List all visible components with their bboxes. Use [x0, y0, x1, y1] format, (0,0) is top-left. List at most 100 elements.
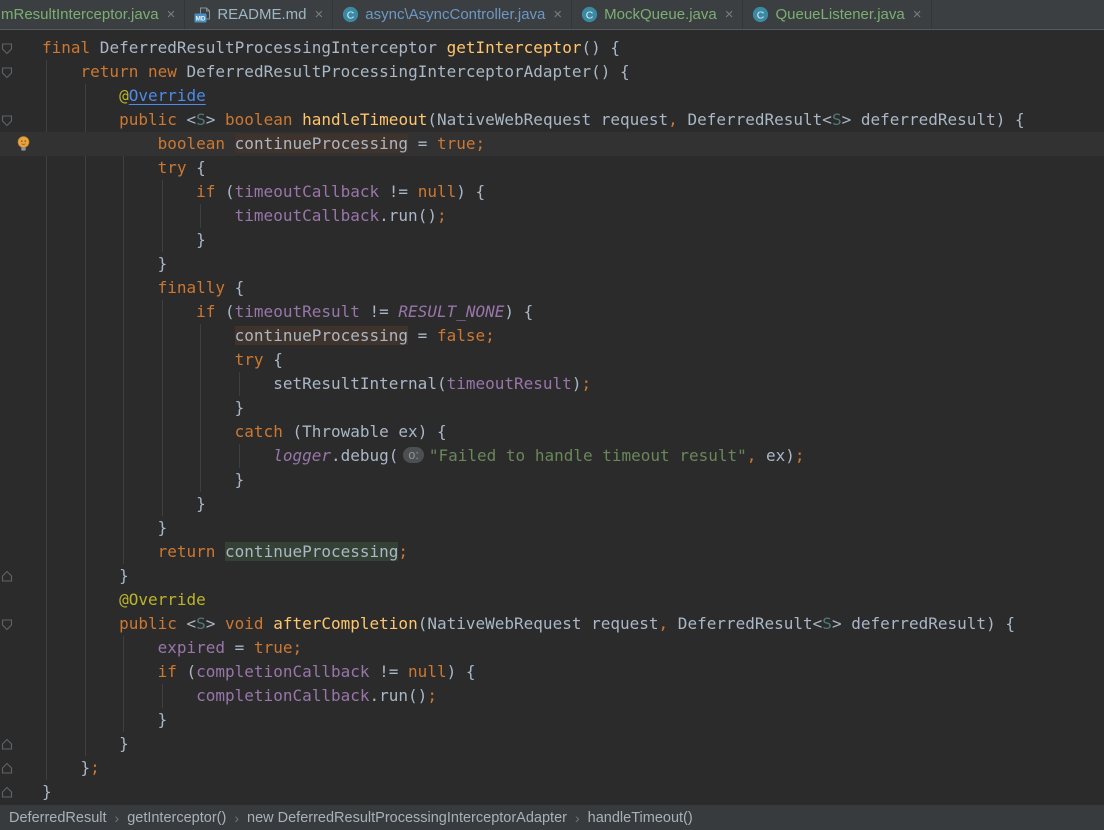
- fold-region-start-icon[interactable]: [1, 66, 13, 79]
- tab-close-icon[interactable]: ×: [725, 7, 734, 22]
- breadcrumb-item[interactable]: new DeferredResultProcessingInterceptorA…: [247, 810, 567, 826]
- fold-marker[interactable]: [1, 618, 13, 636]
- code-line[interactable]: @Override: [0, 588, 1104, 612]
- code-line[interactable]: completionCallback.run();: [0, 684, 1104, 708]
- code-line[interactable]: public <S> boolean handleTimeout(NativeW…: [0, 108, 1104, 132]
- code-line[interactable]: }: [0, 516, 1104, 540]
- fold-region-end-icon[interactable]: [1, 786, 13, 799]
- fold-region-start-icon[interactable]: [1, 114, 13, 127]
- code-line[interactable]: logger.debug(o: "Failed to handle timeout…: [0, 444, 1104, 468]
- code-line[interactable]: }: [0, 492, 1104, 516]
- editor-gutter-cell: [0, 780, 42, 804]
- code-line-text: public <S> void afterCompletion(NativeWe…: [42, 612, 1104, 636]
- code-line[interactable]: }: [0, 708, 1104, 732]
- code-token: ) {: [504, 302, 534, 321]
- fold-region-end-icon[interactable]: [1, 762, 13, 775]
- code-line[interactable]: if (timeoutCallback != null) {: [0, 180, 1104, 204]
- code-token: (Throwable ex) {: [282, 422, 447, 441]
- class-icon: C: [343, 6, 359, 23]
- code-line[interactable]: }: [0, 732, 1104, 756]
- code-line[interactable]: try {: [0, 156, 1104, 180]
- code-line[interactable]: };: [0, 756, 1104, 780]
- fold-marker[interactable]: [1, 762, 13, 780]
- code-editor[interactable]: final DeferredResultProcessingIntercepto…: [0, 30, 1104, 804]
- code-token: timeoutCallback: [234, 182, 380, 201]
- editor-tab[interactable]: Casync\AsyncController.java ×: [333, 0, 573, 29]
- ide-window: mResultInterceptor.java × MD README.md × Casy…: [0, 0, 1104, 830]
- tab-close-icon[interactable]: ×: [315, 7, 324, 22]
- code-line[interactable]: boolean continueProcessing = true;: [0, 132, 1104, 156]
- code-line-text: finally {: [42, 276, 1104, 300]
- code-token: !=: [359, 302, 399, 321]
- code-token: (: [215, 182, 235, 201]
- code-token: S: [822, 614, 832, 633]
- intention-bulb-icon[interactable]: [16, 135, 31, 153]
- code-line[interactable]: }: [0, 468, 1104, 492]
- editor-tab[interactable]: C MockQueue.java ×: [572, 0, 744, 29]
- breadcrumb-item[interactable]: getInterceptor(): [127, 810, 226, 826]
- code-token: S: [831, 110, 842, 129]
- editor-tab[interactable]: mResultInterceptor.java ×: [0, 0, 186, 29]
- code-token: DeferredResultProcessingInterceptorAdapt…: [176, 62, 630, 81]
- fold-marker[interactable]: [1, 570, 13, 588]
- fold-marker[interactable]: [1, 114, 13, 132]
- code-line[interactable]: try {: [0, 348, 1104, 372]
- code-token: ,: [658, 614, 669, 633]
- breadcrumb-item[interactable]: handleTimeout(): [588, 810, 693, 826]
- code-line[interactable]: catch (Throwable ex) {: [0, 420, 1104, 444]
- fold-marker[interactable]: [1, 786, 13, 804]
- fold-marker[interactable]: [1, 42, 13, 60]
- fold-marker[interactable]: [1, 66, 13, 84]
- breadcrumb-item[interactable]: DeferredResult: [9, 810, 107, 826]
- svg-text:C: C: [347, 9, 355, 21]
- code-token: if: [196, 182, 216, 201]
- code-line[interactable]: final DeferredResultProcessingIntercepto…: [0, 36, 1104, 60]
- fold-region-start-icon[interactable]: [1, 42, 13, 55]
- code-line[interactable]: }: [0, 396, 1104, 420]
- editor-gutter-cell: [0, 300, 42, 324]
- code-token: () {: [581, 38, 620, 57]
- code-token: >: [205, 110, 226, 129]
- code-token: }: [42, 230, 206, 249]
- tab-close-icon[interactable]: ×: [553, 7, 562, 22]
- fold-region-start-icon[interactable]: [1, 618, 13, 631]
- code-line[interactable]: public <S> void afterCompletion(NativeWe…: [0, 612, 1104, 636]
- code-line[interactable]: if (timeoutResult != RESULT_NONE) {: [0, 300, 1104, 324]
- code-line-text: expired = true;: [42, 636, 1104, 660]
- code-line[interactable]: expired = true;: [0, 636, 1104, 660]
- code-line-text: timeoutCallback.run();: [42, 204, 1104, 228]
- editor-gutter-cell: [0, 36, 42, 60]
- code-line[interactable]: @Override: [0, 84, 1104, 108]
- code-token: setResultInternal(: [42, 374, 447, 393]
- markdown-icon-wrap: MD: [194, 7, 211, 23]
- editor-tab[interactable]: MD README.md ×: [185, 0, 334, 29]
- editor-gutter-cell: [0, 708, 42, 732]
- code-line[interactable]: continueProcessing = false;: [0, 324, 1104, 348]
- code-token: DeferredResult<: [677, 110, 832, 129]
- fold-region-end-icon[interactable]: [1, 738, 13, 751]
- code-line[interactable]: timeoutCallback.run();: [0, 204, 1104, 228]
- svg-text:MD: MD: [196, 15, 206, 22]
- code-line[interactable]: }: [0, 780, 1104, 804]
- code-line[interactable]: finally {: [0, 276, 1104, 300]
- code-line[interactable]: setResultInternal(timeoutResult);: [0, 372, 1104, 396]
- intention-bulb[interactable]: [16, 135, 31, 158]
- code-line[interactable]: return continueProcessing;: [0, 540, 1104, 564]
- code-token: new: [147, 62, 177, 81]
- code-line[interactable]: return new DeferredResultProcessingInter…: [0, 60, 1104, 84]
- code-token: continueProcessing: [234, 134, 409, 153]
- code-line[interactable]: }: [0, 228, 1104, 252]
- code-token: > deferredResult) {: [841, 110, 1025, 129]
- code-line[interactable]: }: [0, 564, 1104, 588]
- fold-region-end-icon[interactable]: [1, 570, 13, 583]
- fold-marker[interactable]: [1, 738, 13, 756]
- code-line[interactable]: }: [0, 252, 1104, 276]
- tab-close-icon[interactable]: ×: [167, 7, 176, 22]
- tab-close-icon[interactable]: ×: [913, 7, 922, 22]
- editor-tab[interactable]: C QueueListener.java ×: [743, 0, 932, 29]
- code-line[interactable]: if (completionCallback != null) {: [0, 660, 1104, 684]
